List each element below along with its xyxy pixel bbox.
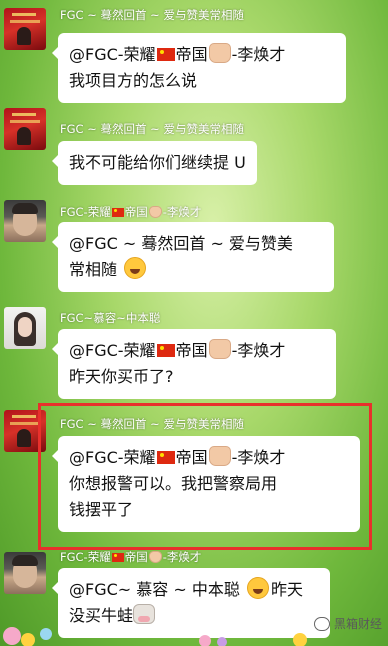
message-text: 常相随: [69, 260, 118, 279]
mention: @FGC-荣耀: [69, 341, 156, 360]
mention-part: 帝国: [175, 448, 208, 467]
sender-name: FGC ~ 蓦然回首 ~ 爱与赞美常相随: [60, 417, 244, 431]
mention-part: -李焕才: [231, 448, 286, 467]
mention: @FGC-荣耀: [69, 448, 156, 467]
message-text: 我项目方的怎么说: [69, 71, 198, 90]
message-text: 昨天: [270, 580, 303, 599]
message-text: @FGC ~ 蓦然回首 ~ 爱与赞美: [69, 234, 293, 253]
fist-icon: [208, 446, 231, 466]
sender-name: FGC~慕容~中本聪: [60, 311, 161, 325]
message-bubble[interactable]: @FGC-荣耀 帝国 -李焕才 昨天你买币了?: [52, 329, 336, 399]
sender-name: FGC-荣耀 帝国 -李焕才: [60, 205, 202, 219]
mention-part: 帝国: [175, 341, 208, 360]
china-flag-icon: [111, 208, 124, 217]
watermark-text: 黑箱财经: [333, 617, 382, 631]
avatar[interactable]: [4, 410, 46, 452]
cow-face-icon: [133, 604, 156, 624]
china-flag-icon: [156, 451, 175, 464]
laughing-crying-emoji-icon: [124, 257, 147, 279]
message-bubble[interactable]: @FGC ~ 蓦然回首 ~ 爱与赞美 常相随: [52, 222, 334, 292]
fist-icon: [148, 551, 162, 563]
message-bubble[interactable]: 我不可能给你们继续提 U: [52, 141, 257, 185]
avatar[interactable]: [4, 108, 46, 150]
sender-name: FGC-荣耀 帝国 -李焕才: [60, 550, 202, 564]
message-bubble[interactable]: @FGC-荣耀 帝国 -李焕才 你想报警可以。我把警察局用 钱摆平了: [52, 436, 360, 532]
fist-icon: [148, 206, 162, 218]
mention-part: -李焕才: [231, 341, 286, 360]
message-text: 没买牛蛙: [69, 606, 134, 625]
message-text: 你想报警可以。我把警察局用: [69, 474, 278, 493]
message-text: 我不可能给你们继续提 U: [69, 153, 246, 172]
message-text: 钱摆平了: [69, 500, 134, 519]
fist-icon: [208, 339, 231, 359]
watermark: 黑箱财经: [313, 615, 382, 632]
sender-name: FGC ~ 蓦然回首 ~ 爱与赞美常相随: [60, 8, 244, 22]
avatar[interactable]: [4, 8, 46, 50]
sender-name: FGC ~ 蓦然回首 ~ 爱与赞美常相随: [60, 122, 244, 136]
mention-part: -李焕才: [231, 45, 286, 64]
china-flag-icon: [111, 553, 124, 562]
laughing-crying-emoji-icon: [246, 577, 269, 599]
fist-icon: [208, 43, 231, 63]
chat-view: FGC ~ 蓦然回首 ~ 爱与赞美常相随 @FGC-荣耀 帝国 -李焕才 我项目方的…: [0, 0, 388, 646]
message-bubble[interactable]: @FGC~ 慕容 ~ 中本聪 昨天 没买牛蛙: [52, 568, 330, 638]
china-flag-icon: [156, 48, 175, 61]
mention: @FGC-荣耀: [69, 45, 156, 64]
avatar[interactable]: [4, 552, 46, 594]
mention: @FGC~ 慕容 ~ 中本聪: [69, 580, 240, 599]
china-flag-icon: [156, 344, 175, 357]
message-text: 昨天你买币了?: [69, 367, 174, 386]
mention-part: 帝国: [175, 45, 208, 64]
wechat-icon: [313, 616, 330, 631]
message-bubble[interactable]: @FGC-荣耀 帝国 -李焕才 我项目方的怎么说: [52, 33, 346, 103]
avatar[interactable]: [4, 307, 46, 349]
avatar[interactable]: [4, 200, 46, 242]
